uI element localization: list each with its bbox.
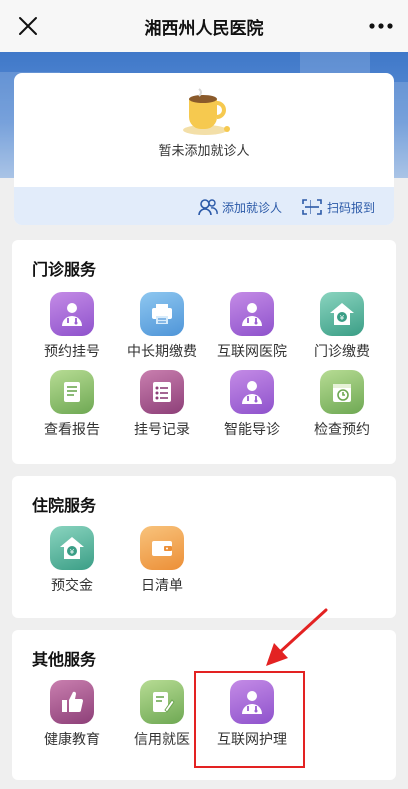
outpatient-section: 门诊服务 预约挂号 中长期缴费 互联网医院 ¥ 门诊缴费 查看报告 挂号记录 智…: [12, 240, 396, 464]
internet-hospital[interactable]: 互联网医院: [207, 292, 297, 361]
outpatient-title: 门诊服务: [32, 260, 97, 279]
inpatient-title: 住院服务: [32, 496, 97, 515]
scan-label: 扫码报到: [327, 200, 376, 215]
more-icon[interactable]: [368, 18, 394, 32]
patient-card: 暂未添加就诊人 添加就诊人 扫码报到: [14, 73, 394, 225]
svg-text:¥: ¥: [70, 548, 75, 556]
health-education[interactable]: 健康教育: [27, 680, 117, 749]
registration-records[interactable]: 挂号记录: [117, 370, 207, 439]
page-title: 湘西州人民医院: [144, 19, 264, 39]
doctor-icon: [230, 370, 274, 414]
wallet-icon: [140, 526, 184, 570]
long-term-payment[interactable]: 中长期缴费: [117, 292, 207, 361]
deposit[interactable]: ¥ 预交金: [27, 526, 117, 595]
top-bar: 湘西州人民医院: [0, 0, 408, 52]
smart-triage[interactable]: 智能导诊: [207, 370, 297, 439]
scan-icon: [301, 198, 323, 216]
edit-document-icon: [140, 680, 184, 724]
other-title: 其他服务: [32, 650, 97, 669]
yuan-house-icon: ¥: [50, 526, 94, 570]
thumbs-up-icon: [50, 680, 94, 724]
report-icon: [50, 370, 94, 414]
exam-appointment[interactable]: 检查预约: [297, 370, 387, 439]
doctor-icon: [230, 292, 274, 336]
add-patient-button[interactable]: 添加就诊人: [198, 198, 282, 216]
daily-statement[interactable]: 日清单: [117, 526, 207, 595]
add-user-icon: [198, 198, 218, 216]
add-patient-label: 添加就诊人: [222, 200, 283, 215]
outpatient-payment[interactable]: ¥ 门诊缴费: [297, 292, 387, 361]
patient-actions: 添加就诊人 扫码报到: [14, 187, 394, 225]
doctor-icon: [50, 292, 94, 336]
coffee-cup-icon: [177, 85, 239, 137]
list-icon: [140, 370, 184, 414]
yuan-house-icon: ¥: [320, 292, 364, 336]
appointment-registration[interactable]: 预约挂号: [27, 292, 117, 361]
svg-text:¥: ¥: [340, 314, 345, 322]
highlight-box: [194, 671, 305, 768]
printer-icon: [140, 292, 184, 336]
scan-checkin-button[interactable]: 扫码报到: [301, 198, 375, 216]
calendar-clock-icon: [320, 370, 364, 414]
empty-patient-text: 暂未添加就诊人: [158, 144, 250, 159]
inpatient-section: 住院服务 ¥ 预交金 日清单: [12, 476, 396, 618]
view-reports[interactable]: 查看报告: [27, 370, 117, 439]
